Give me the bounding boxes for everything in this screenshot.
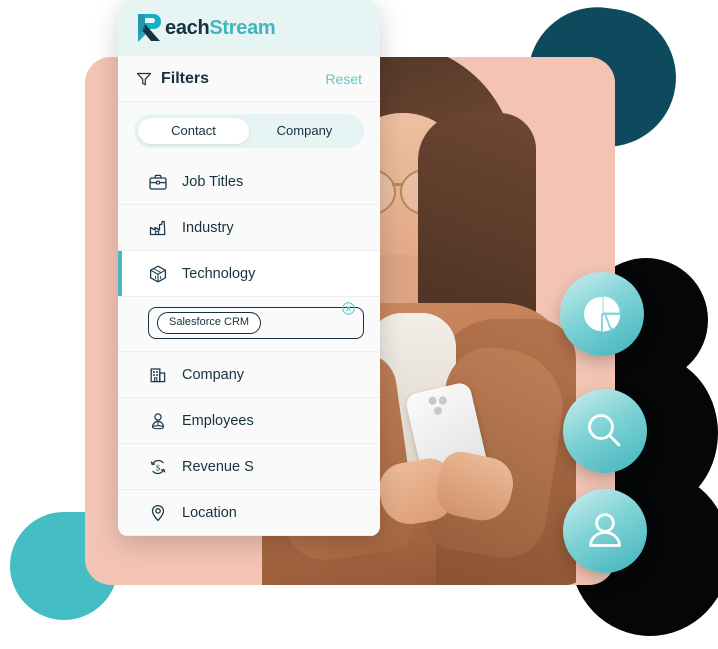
filters-panel: eachStream Filters Reset Contact Company — [118, 0, 380, 536]
logo-text-part2: Stream — [209, 17, 276, 39]
selected-chip-salesforce-crm[interactable]: Salesforce CRM — [157, 312, 262, 334]
filter-row-company[interactable]: Company — [118, 352, 380, 398]
briefcase-icon — [149, 174, 167, 190]
filter-row-location[interactable]: Location — [118, 490, 380, 536]
tab-company[interactable]: Company — [249, 118, 360, 144]
reset-button[interactable]: Reset — [325, 71, 362, 87]
screenshot-canvas: eachStream Filters Reset Contact Company — [0, 0, 718, 649]
person-icon — [589, 513, 621, 547]
filters-bar: Filters Reset — [118, 56, 380, 102]
badge-analytics[interactable] — [560, 272, 644, 356]
filter-row-employees[interactable]: Employees — [118, 398, 380, 444]
person-badge-icon — [151, 412, 165, 429]
filter-label-industry: Industry — [182, 219, 234, 236]
filter-row-industry[interactable]: Industry — [118, 205, 380, 251]
filter-label-job-titles: Job Titles — [182, 173, 244, 190]
reachstream-logo[interactable]: eachStream — [136, 13, 276, 43]
filter-label-location: Location — [182, 504, 237, 521]
magnifier-icon — [588, 414, 621, 447]
filters-title: Filters — [161, 69, 210, 87]
pie-chart-icon — [584, 295, 621, 332]
factory-icon — [149, 220, 166, 235]
contact-company-toggle: Contact Company — [134, 114, 364, 148]
technology-input-box[interactable]: Salesforce CRM — [148, 302, 364, 339]
filter-label-company: Company — [182, 366, 245, 383]
filter-label-technology: Technology — [182, 265, 256, 282]
funnel-icon — [136, 72, 152, 85]
logo-wordmark: eachStream — [165, 17, 276, 39]
cube-icon — [149, 265, 167, 282]
svg-text:$: $ — [156, 463, 160, 472]
dollar-cycle-icon: $ — [150, 459, 166, 474]
filter-list: Job Titles Industry Technology Salesforc… — [118, 159, 380, 536]
logo-text-part1: each — [165, 17, 210, 39]
filter-row-revenue-size[interactable]: $ Revenue S — [118, 444, 380, 490]
building-icon — [150, 367, 166, 382]
filter-row-technology[interactable]: Technology — [118, 251, 380, 297]
tab-contact[interactable]: Contact — [138, 118, 249, 144]
filter-label-revenue-size: Revenue S — [182, 458, 254, 475]
filter-label-employees: Employees — [182, 412, 254, 429]
map-pin-icon — [151, 504, 165, 521]
tabs-container: Contact Company — [118, 102, 380, 159]
panel-header: eachStream — [118, 0, 380, 56]
badge-search[interactable] — [563, 389, 647, 473]
filter-row-job-titles[interactable]: Job Titles — [118, 159, 380, 205]
technology-selection-area: Salesforce CRM — [118, 297, 380, 352]
badge-contact[interactable] — [563, 489, 647, 573]
reachstream-r-logo-icon — [138, 14, 161, 42]
circle-x-icon[interactable] — [342, 302, 355, 315]
